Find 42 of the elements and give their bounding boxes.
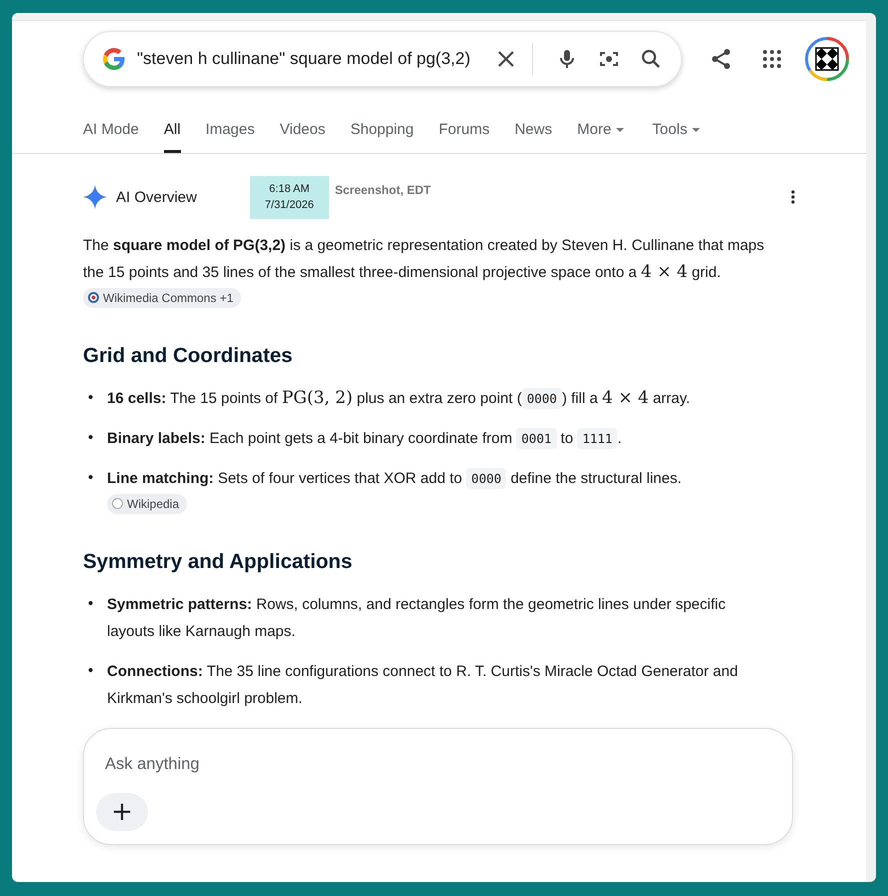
apps-icon[interactable] (760, 47, 784, 71)
stamp-time: 6:18 AM (269, 182, 310, 197)
overview-paragraph: The square model of PG(3,2) is a geometric representation created by Steven H. Cullinane that maps the 15 points and 35 lines of the smallest three-dimensional projective space onto a 4 × 4 grid. Wikimedia Commons +1 (83, 232, 773, 313)
stamp-date: 7/31/2026 (264, 198, 314, 213)
stamp-note: Screenshot, EDT (334, 183, 431, 197)
source-link[interactable]: Wikimedia Commons +1 (83, 288, 242, 308)
bullet-marker: • (87, 661, 94, 681)
section-heading: Symmetry and Applications (83, 550, 354, 574)
bullet-item: 16 cells: The 15 points of PG(3, 2) plus an extra zero point ( 0000 ) fill a 4 × 4 array. (107, 387, 692, 411)
search-tab[interactable]: Shopping (350, 121, 414, 153)
ai-overview-label: AI Overview (116, 188, 197, 206)
bullet-item: Connections: The 35 line configurations connect to R. T. Curtis's Miracle Octad Generator and Kirkman's schoolgirl problem. (107, 662, 739, 709)
inline-code: 0000 (522, 388, 562, 409)
section-heading: Grid and Coordinates (83, 344, 294, 368)
ask-placeholder: Ask anything (105, 755, 200, 774)
search-field[interactable]: "steven h cullinane" square model of pg(3,2) (83, 31, 682, 87)
inline-code: 1111 (577, 428, 618, 449)
sparkle-icon (83, 185, 107, 209)
search-tab[interactable]: Forums (438, 121, 490, 153)
bullet-marker: • (87, 468, 94, 488)
bullet-item: Symmetric patterns: Rows, columns, and rectangles form the geometric lines under specific layouts like Karnaugh maps. (107, 595, 727, 642)
search-tab[interactable]: Tools (652, 121, 700, 153)
search-tab[interactable]: News (514, 121, 552, 153)
search-tab[interactable]: Images (206, 121, 255, 153)
bullet-marker: • (87, 388, 94, 408)
more-options-icon[interactable] (791, 190, 795, 204)
bullet-item: Binary labels: Each point gets a 4-bit binary coordinate from 0001 to 1111 . (107, 427, 623, 451)
add-button[interactable]: + (96, 793, 148, 831)
ask-box[interactable]: Ask anything + (83, 728, 793, 845)
search-query: "steven h cullinane" square model of pg(3,2) (137, 49, 472, 69)
share-icon[interactable] (709, 47, 733, 71)
source-link[interactable]: Wikipedia (107, 494, 188, 514)
search-tab[interactable]: More (577, 121, 624, 153)
bullet-item: Line matching: Sets of four vertices that XOR add to 0000 define the structural lines. Wikipedia (107, 465, 762, 519)
google-logo-icon (102, 47, 126, 71)
bullet-marker: • (87, 594, 94, 614)
search-tab[interactable]: Videos (280, 121, 326, 153)
inline-code: 0000 (466, 468, 506, 489)
avatar-icon[interactable] (805, 37, 849, 81)
bullet-marker: • (87, 428, 94, 448)
search-tab[interactable]: AI Mode (83, 121, 139, 153)
inline-code: 0001 (516, 428, 556, 449)
